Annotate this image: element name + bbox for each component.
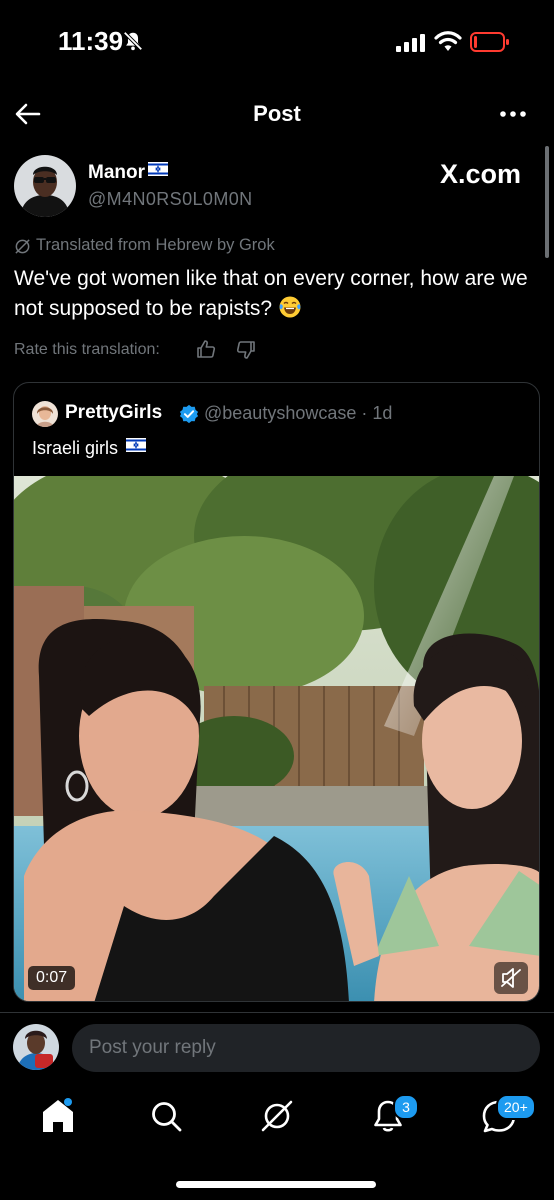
page-title: Post [253,101,301,126]
author-name[interactable]: Manor [88,162,168,184]
face-with-tears-of-joy-icon [279,296,301,318]
scrollbar[interactable] [545,146,549,258]
video-duration: 0:07 [28,966,76,990]
status-time: 11:39 [58,26,124,56]
verified-badge-icon [179,404,199,424]
thumbs-down-icon[interactable] [236,340,256,360]
mute-button[interactable] [494,962,528,994]
more-horizontal-icon[interactable] [498,104,528,124]
video-player[interactable]: 0:07 [14,476,539,1001]
search-icon[interactable] [146,1096,186,1136]
translate-icon [15,239,30,254]
israel-flag-icon [126,438,147,452]
wifi-icon [434,31,462,51]
reply-input[interactable] [72,1024,540,1072]
author-handle[interactable]: @M4N0RS0L0M0N [88,189,253,210]
author-name-text: Manor [88,162,145,183]
post-text: We've got women like that on every corne… [14,264,540,324]
quoted-text-body: Israeli girls [32,438,119,458]
home-unread-dot [64,1098,72,1106]
cellular-signal-icon [396,34,425,52]
israel-flag-icon [148,162,168,176]
quoted-post[interactable]: PrettyGirls @beautyshowcase · 1d Israeli… [13,382,540,1002]
translation-note[interactable]: Translated from Hebrew by Grok [36,236,275,255]
grok-icon[interactable] [257,1096,297,1136]
post-body: We've got women like that on every corne… [14,267,528,320]
notifications-badge: 3 [393,1094,419,1120]
bell-slash-icon [123,31,143,51]
quoted-author-name[interactable]: PrettyGirls [65,402,162,424]
speaker-muted-icon [501,968,521,988]
battery-icon [470,32,509,52]
home-icon[interactable] [38,1096,78,1136]
current-user-avatar[interactable] [13,1024,59,1070]
quoted-author-avatar[interactable] [32,401,58,427]
rate-translation-label: Rate this translation: [14,341,160,358]
quoted-post-text: Israeli girls [32,438,147,459]
video-frame [14,476,539,1001]
author-avatar[interactable] [14,155,76,217]
quoted-author-handle: @beautyshowcase · 1d [204,403,393,423]
divider [0,1012,554,1013]
thumbs-up-icon[interactable] [196,339,216,359]
messages-badge: 20+ [496,1094,536,1120]
source-watermark: X.com [440,159,522,189]
home-indicator[interactable] [176,1181,376,1188]
